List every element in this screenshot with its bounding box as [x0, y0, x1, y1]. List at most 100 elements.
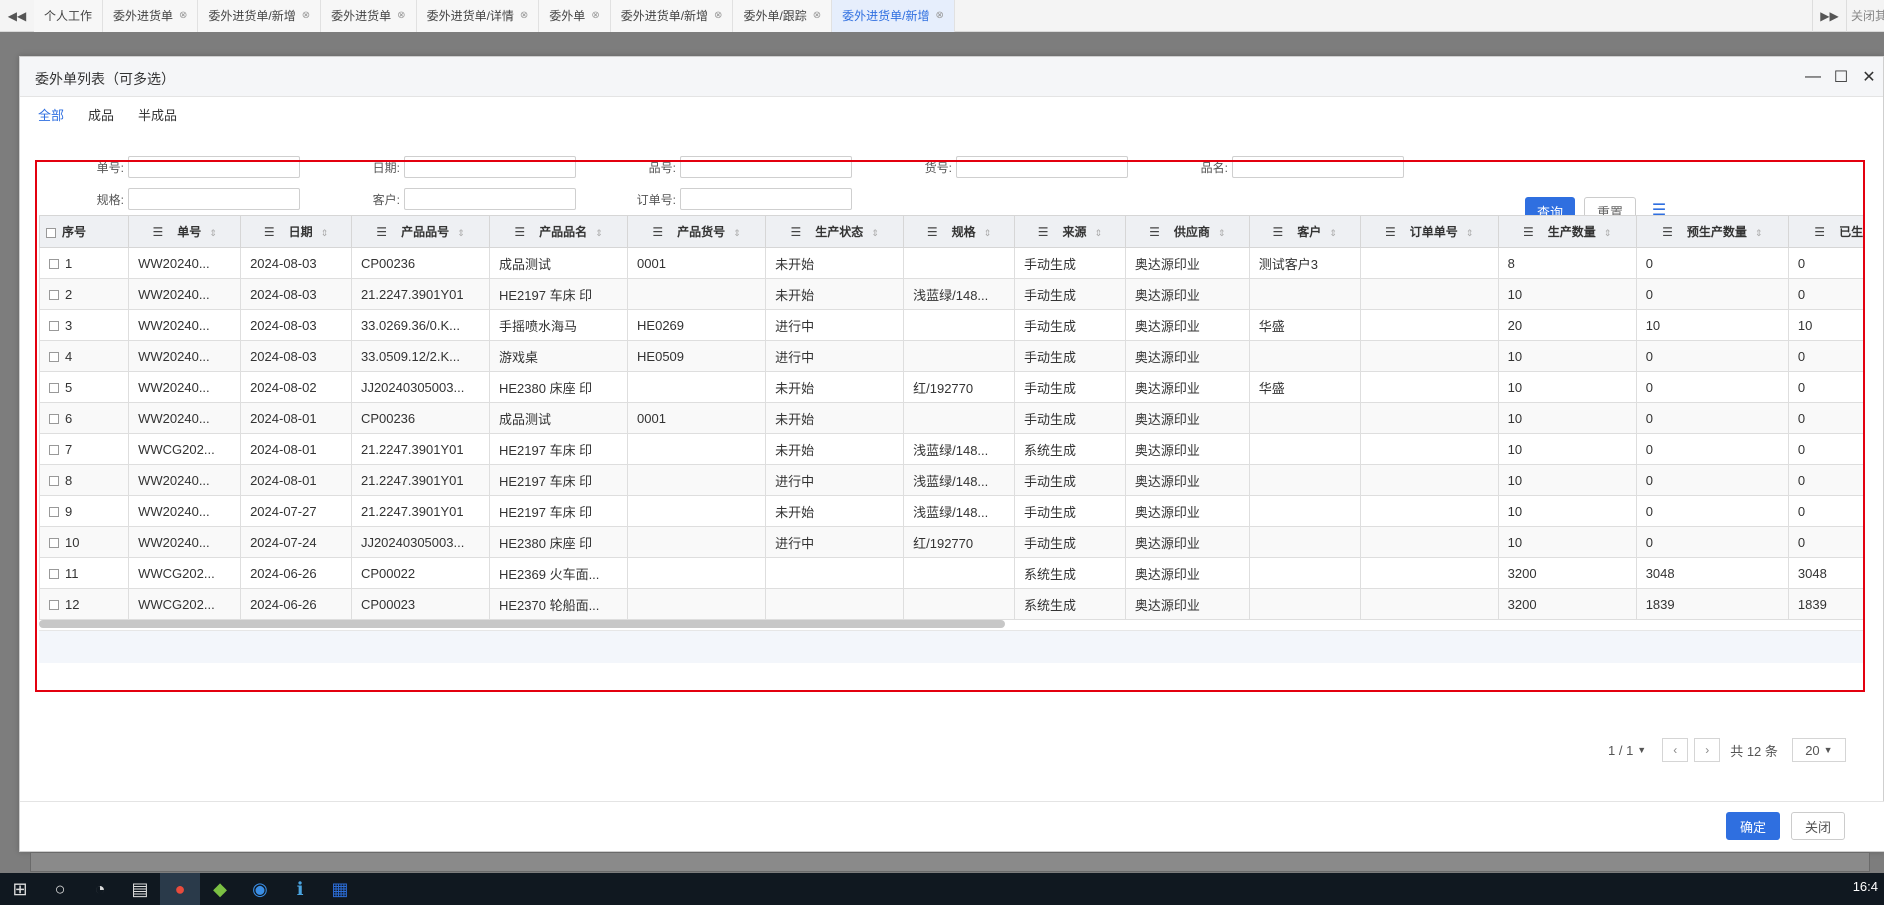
row-checkbox[interactable] — [49, 352, 59, 363]
column-header-9[interactable]: ☰ 供应商 ⇕ — [1124, 215, 1250, 248]
tab-close-icon[interactable]: ⊗ — [397, 10, 405, 21]
tab-scroll-right-icon[interactable]: ▶▶ — [1812, 0, 1846, 32]
column-header-3[interactable]: ☰ 产品品号 ⇕ — [350, 215, 490, 248]
tab-8[interactable]: 委外进货单/新增 ⊗ — [832, 0, 955, 32]
filter-tab-2[interactable]: 半成品 — [138, 105, 177, 124]
column-menu-icon[interactable]: ☰ — [1662, 225, 1673, 239]
sort-icon[interactable]: ⇕ — [871, 228, 879, 238]
table-row[interactable]: 1 WW20240... 2024-08-03 CP00236 成品测试 0001 未开始 手… — [39, 247, 1865, 279]
column-menu-icon[interactable]: ☰ — [790, 225, 801, 239]
sort-icon[interactable]: ⇕ — [1755, 228, 1763, 238]
prev-page-icon[interactable]: ‹ — [1662, 738, 1689, 762]
select-all-checkbox[interactable] — [46, 227, 56, 238]
search-input-4[interactable] — [1232, 156, 1404, 178]
table-row[interactable]: 8 WW20240... 2024-08-01 21.2247.3901Y01 HE21… — [39, 464, 1865, 496]
sort-icon[interactable]: ⇕ — [984, 228, 992, 238]
table-row[interactable]: 6 WW20240... 2024-08-01 CP00236 成品测试 0001 未开始 手… — [39, 402, 1865, 434]
filter-tab-1[interactable]: 成品 — [88, 105, 114, 124]
page-indicator[interactable]: 1 / 1 — [1608, 743, 1633, 758]
tab-0[interactable]: 个人工作 — [34, 0, 104, 32]
confirm-button[interactable]: 确定 — [1726, 812, 1780, 840]
search-icon[interactable]: ○ — [40, 873, 80, 905]
minimize-icon[interactable]: — — [1801, 65, 1825, 89]
row-checkbox[interactable] — [49, 569, 59, 580]
column-header-10[interactable]: ☰ 客户 ⇕ — [1248, 215, 1361, 248]
task-view-icon[interactable]: ◔ — [80, 873, 120, 905]
table-row[interactable]: 7 WWCG202... 2024-08-01 21.2247.3901Y01 HE21… — [39, 433, 1865, 465]
sort-icon[interactable]: ⇕ — [733, 228, 741, 238]
horizontal-scrollbar[interactable] — [39, 620, 1005, 628]
column-menu-icon[interactable]: ☰ — [376, 225, 387, 239]
sort-icon[interactable]: ⇕ — [457, 228, 465, 238]
app-icon-green[interactable]: ◆ — [200, 873, 240, 905]
table-row[interactable]: 9 WW20240... 2024-07-27 21.2247.3901Y01 HE21… — [39, 495, 1865, 527]
sort-icon[interactable]: ⇕ — [1095, 228, 1103, 238]
sort-icon[interactable]: ⇕ — [1604, 228, 1612, 238]
close-button[interactable]: 关闭 — [1791, 812, 1845, 840]
column-header-5[interactable]: ☰ 产品货号 ⇕ — [627, 215, 767, 248]
close-other-tabs-button[interactable]: 关闭其 — [1846, 0, 1884, 32]
column-menu-icon[interactable]: ☰ — [1149, 225, 1160, 239]
column-menu-icon[interactable]: ☰ — [514, 225, 525, 239]
table-row[interactable]: 3 WW20240... 2024-08-03 33.0269.36/0.K... 手摇… — [39, 309, 1865, 341]
sort-icon[interactable]: ⇕ — [595, 228, 603, 238]
browser-icon[interactable]: ● — [160, 873, 200, 905]
table-row[interactable]: 11 WWCG202... 2024-06-26 CP00022 HE2369 火车面.… — [39, 557, 1865, 589]
table-row[interactable]: 2 WW20240... 2024-08-03 21.2247.3901Y01 HE21… — [39, 278, 1865, 310]
column-header-2[interactable]: ☰ 日期 ⇕ — [240, 215, 352, 248]
page-dropdown-icon[interactable]: ▼ — [1637, 745, 1646, 755]
row-checkbox[interactable] — [49, 507, 59, 518]
column-header-0[interactable]: 序号 — [39, 215, 130, 248]
tab-3[interactable]: 委外进货单 ⊗ — [321, 0, 417, 32]
app-icon-info[interactable]: ℹ — [280, 873, 320, 905]
column-header-4[interactable]: ☰ 产品品名 ⇕ — [488, 215, 629, 248]
column-menu-icon[interactable]: ☰ — [1038, 225, 1049, 239]
column-menu-icon[interactable]: ☰ — [652, 225, 663, 239]
tab-close-icon[interactable]: ⊗ — [302, 10, 310, 21]
filter-tab-0[interactable]: 全部 — [38, 105, 64, 124]
row-checkbox[interactable] — [49, 259, 59, 270]
close-icon[interactable]: ✕ — [1857, 65, 1881, 89]
row-checkbox[interactable] — [49, 414, 59, 425]
sort-icon[interactable]: ⇕ — [1218, 228, 1226, 238]
windows-start-icon[interactable]: ⊞ — [0, 873, 40, 905]
search-input-0[interactable] — [128, 156, 300, 178]
file-explorer-icon[interactable]: ▤ — [120, 873, 160, 905]
tab-close-icon[interactable]: ⊗ — [591, 10, 599, 21]
sort-icon[interactable]: ⇕ — [1329, 228, 1337, 238]
tab-7[interactable]: 委外单/跟踪 ⊗ — [733, 0, 833, 32]
tab-6[interactable]: 委外进货单/新增 ⊗ — [610, 0, 734, 32]
column-header-13[interactable]: ☰ 预生产数量 ⇕ — [1635, 215, 1789, 248]
row-checkbox[interactable] — [49, 290, 59, 301]
row-checkbox[interactable] — [49, 476, 59, 487]
search-input-5[interactable] — [128, 188, 300, 210]
row-checkbox[interactable] — [49, 321, 59, 332]
sort-icon[interactable]: ⇕ — [1466, 228, 1474, 238]
tab-2[interactable]: 委外进货单/新增 ⊗ — [198, 0, 322, 32]
search-input-1[interactable] — [404, 156, 576, 178]
tab-close-icon[interactable]: ⊗ — [179, 10, 187, 21]
sort-icon[interactable]: ⇕ — [321, 228, 329, 238]
sort-icon[interactable]: ⇕ — [209, 228, 217, 238]
search-input-2[interactable] — [680, 156, 852, 178]
row-checkbox[interactable] — [49, 538, 59, 549]
column-header-14[interactable]: ☰已生产数量⇕ — [1787, 215, 1865, 248]
column-menu-icon[interactable]: ☰ — [1523, 225, 1534, 239]
column-menu-icon[interactable]: ☰ — [1814, 225, 1825, 239]
tab-1[interactable]: 委外进货单 ⊗ — [103, 0, 199, 32]
column-header-6[interactable]: ☰ 生产状态 ⇕ — [765, 215, 905, 248]
tab-close-icon[interactable]: ⊗ — [813, 10, 821, 21]
search-input-3[interactable] — [956, 156, 1128, 178]
table-row[interactable]: 10 WW20240... 2024-07-24 JJ20240305003... HE… — [39, 526, 1865, 558]
tab-5[interactable]: 委外单 ⊗ — [539, 0, 611, 32]
table-row[interactable]: 12 WWCG202... 2024-06-26 CP00023 HE2370 轮船面.… — [39, 588, 1865, 620]
column-menu-icon[interactable]: ☰ — [927, 225, 938, 239]
table-row[interactable]: 5 WW20240... 2024-08-02 JJ20240305003... HE2… — [39, 371, 1865, 403]
tab-close-icon[interactable]: ⊗ — [520, 10, 528, 21]
column-menu-icon[interactable]: ☰ — [1273, 225, 1284, 239]
table-row[interactable]: 4 WW20240... 2024-08-03 33.0509.12/2.K... 游戏… — [39, 340, 1865, 372]
tab-close-icon[interactable]: ⊗ — [936, 10, 944, 21]
row-checkbox[interactable] — [49, 600, 59, 611]
next-page-icon[interactable]: › — [1694, 738, 1721, 762]
row-checkbox[interactable] — [49, 445, 59, 456]
